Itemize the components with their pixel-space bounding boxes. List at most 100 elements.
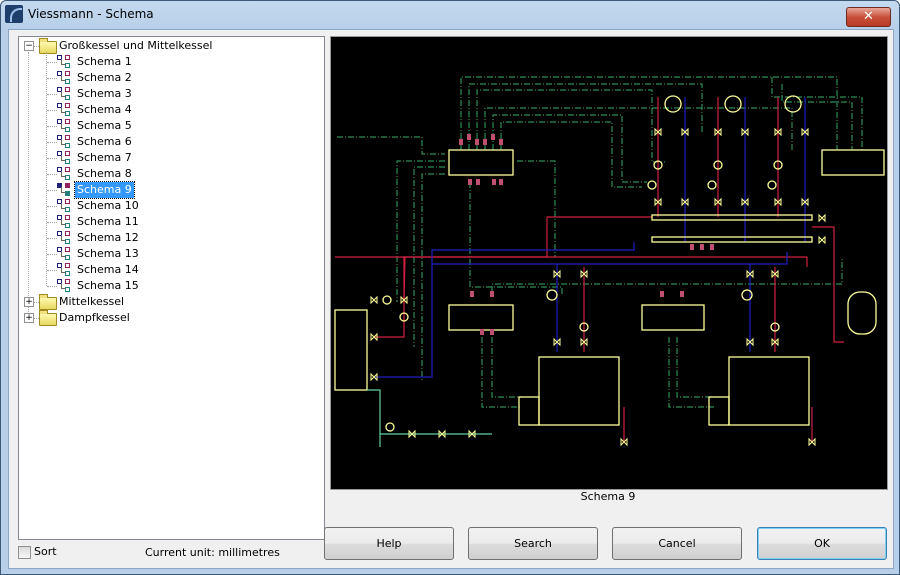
tree-item-label: Schema 14 (75, 262, 141, 278)
terminal-label (700, 244, 704, 250)
schema-icon (57, 279, 73, 293)
control-line (485, 108, 792, 150)
control-line (477, 90, 665, 162)
control-line (422, 174, 445, 382)
mixer-icon (547, 290, 557, 300)
boiler-controller (822, 150, 884, 175)
tree-item-schema[interactable]: Schema 6 (19, 134, 319, 150)
schema-icon (57, 103, 73, 117)
cancel-button[interactable]: Cancel (612, 527, 742, 560)
control-line (461, 77, 837, 150)
tree-item-schema[interactable]: Schema 7 (19, 150, 319, 166)
flow-header (652, 215, 812, 220)
mixer-icon (708, 181, 716, 189)
tree-item-label: Schema 11 (75, 214, 141, 230)
collapse-icon[interactable]: − (24, 41, 34, 51)
folder-icon (39, 41, 57, 54)
expand-icon[interactable]: + (24, 297, 34, 307)
tree-group-label: Großkessel und Mittelkessel (57, 38, 214, 54)
terminal-label (490, 329, 494, 335)
tree-connector (47, 190, 57, 191)
terminal-label (680, 291, 684, 297)
ok-button[interactable]: OK (757, 527, 887, 560)
pressure-gauge (725, 96, 741, 112)
tree-connector (47, 94, 57, 95)
return-pipe (432, 252, 787, 264)
filter-icon (386, 423, 394, 431)
tree-item-schema[interactable]: Schema 5 (19, 118, 319, 134)
tree-connector (47, 158, 57, 159)
burner (519, 397, 539, 425)
control-line (493, 115, 647, 182)
tree-item-schema[interactable]: Schema 4 (19, 102, 319, 118)
terminal-label (476, 179, 480, 185)
tree-item-label: Schema 6 (75, 134, 134, 150)
tree-item-schema[interactable]: Schema 15 (19, 278, 319, 294)
tree-item-schema[interactable]: Schema 3 (19, 86, 319, 102)
schema-icon (57, 167, 73, 181)
valve-icon (819, 237, 825, 243)
tree-connector (47, 238, 57, 239)
sort-checkbox[interactable] (18, 546, 31, 559)
tree-item-schema[interactable]: Schema 1 (19, 54, 319, 70)
mixer-icon (768, 181, 776, 189)
schema-tree[interactable]: −Großkessel und MittelkesselSchema 1Sche… (18, 36, 325, 540)
schema-icon (57, 183, 73, 197)
mixer-icon (648, 181, 656, 189)
tree-item-label: Schema 12 (75, 230, 141, 246)
viessmann-app-icon (5, 5, 23, 23)
tree-group-gro-kessel-und-mittelkessel[interactable]: − Großkessel und Mittelkessel (19, 38, 319, 54)
tree-connector (47, 174, 57, 175)
tree-item-schema[interactable]: Schema 13 (19, 246, 319, 262)
tree-connector (47, 78, 57, 79)
folder-icon (39, 313, 57, 326)
tree-item-schema[interactable]: Schema 2 (19, 70, 319, 86)
tree-item-label: Schema 2 (75, 70, 134, 86)
tree-item-schema[interactable]: Schema 11 (19, 214, 319, 230)
tree-item-label: Schema 7 (75, 150, 134, 166)
tree-item-schema[interactable]: Schema 10 (19, 198, 319, 214)
terminal-label (459, 139, 463, 145)
tree-connector (47, 254, 57, 255)
terminal-label (480, 329, 484, 335)
tree-item-schema[interactable]: Schema 14 (19, 262, 319, 278)
folder-icon (39, 297, 57, 310)
schema-icon (57, 87, 73, 101)
tree-connector (47, 110, 57, 111)
terminal-label (492, 179, 496, 185)
tree-item-schema[interactable]: Schema 8 (19, 166, 319, 182)
title-bar[interactable]: Viessmann - Schema ✕ (1, 1, 899, 29)
hot-water-cylinder (335, 310, 367, 390)
tree-connector (47, 126, 57, 127)
schematic-drawing (331, 37, 887, 489)
terminal-label (483, 139, 487, 145)
close-button[interactable]: ✕ (846, 7, 891, 27)
expand-icon[interactable]: + (24, 313, 34, 323)
expansion-vessel (848, 292, 876, 334)
search-button[interactable]: Search (468, 527, 598, 560)
schema-preview (330, 36, 888, 490)
terminal-label (660, 291, 664, 297)
supply-pipe (335, 257, 807, 267)
tree-item-schema[interactable]: Schema 9 (19, 182, 319, 198)
tree-item-schema[interactable]: Schema 12 (19, 230, 319, 246)
return-header (652, 237, 812, 242)
valve-icon (819, 215, 825, 221)
terminal-label (470, 291, 474, 297)
tree-connector (47, 222, 57, 223)
schema-icon (57, 231, 73, 245)
tree-item-label: Schema 10 (75, 198, 141, 214)
schema-icon (57, 119, 73, 133)
help-button[interactable]: Help (324, 527, 454, 560)
tree-item-label: Schema 3 (75, 86, 134, 102)
preview-caption: Schema 9 (330, 490, 886, 503)
tree-item-label: Schema 5 (75, 118, 134, 134)
burner (709, 397, 729, 425)
tree-group-mittelkessel[interactable]: +Mittelkessel (19, 294, 319, 310)
tree-connector (47, 286, 57, 287)
boiler-controller (449, 305, 513, 330)
tree-group-dampfkessel[interactable]: +Dampfkessel (19, 310, 319, 326)
control-line (470, 182, 562, 294)
control-line (469, 84, 702, 150)
pressure-gauge (785, 96, 801, 112)
